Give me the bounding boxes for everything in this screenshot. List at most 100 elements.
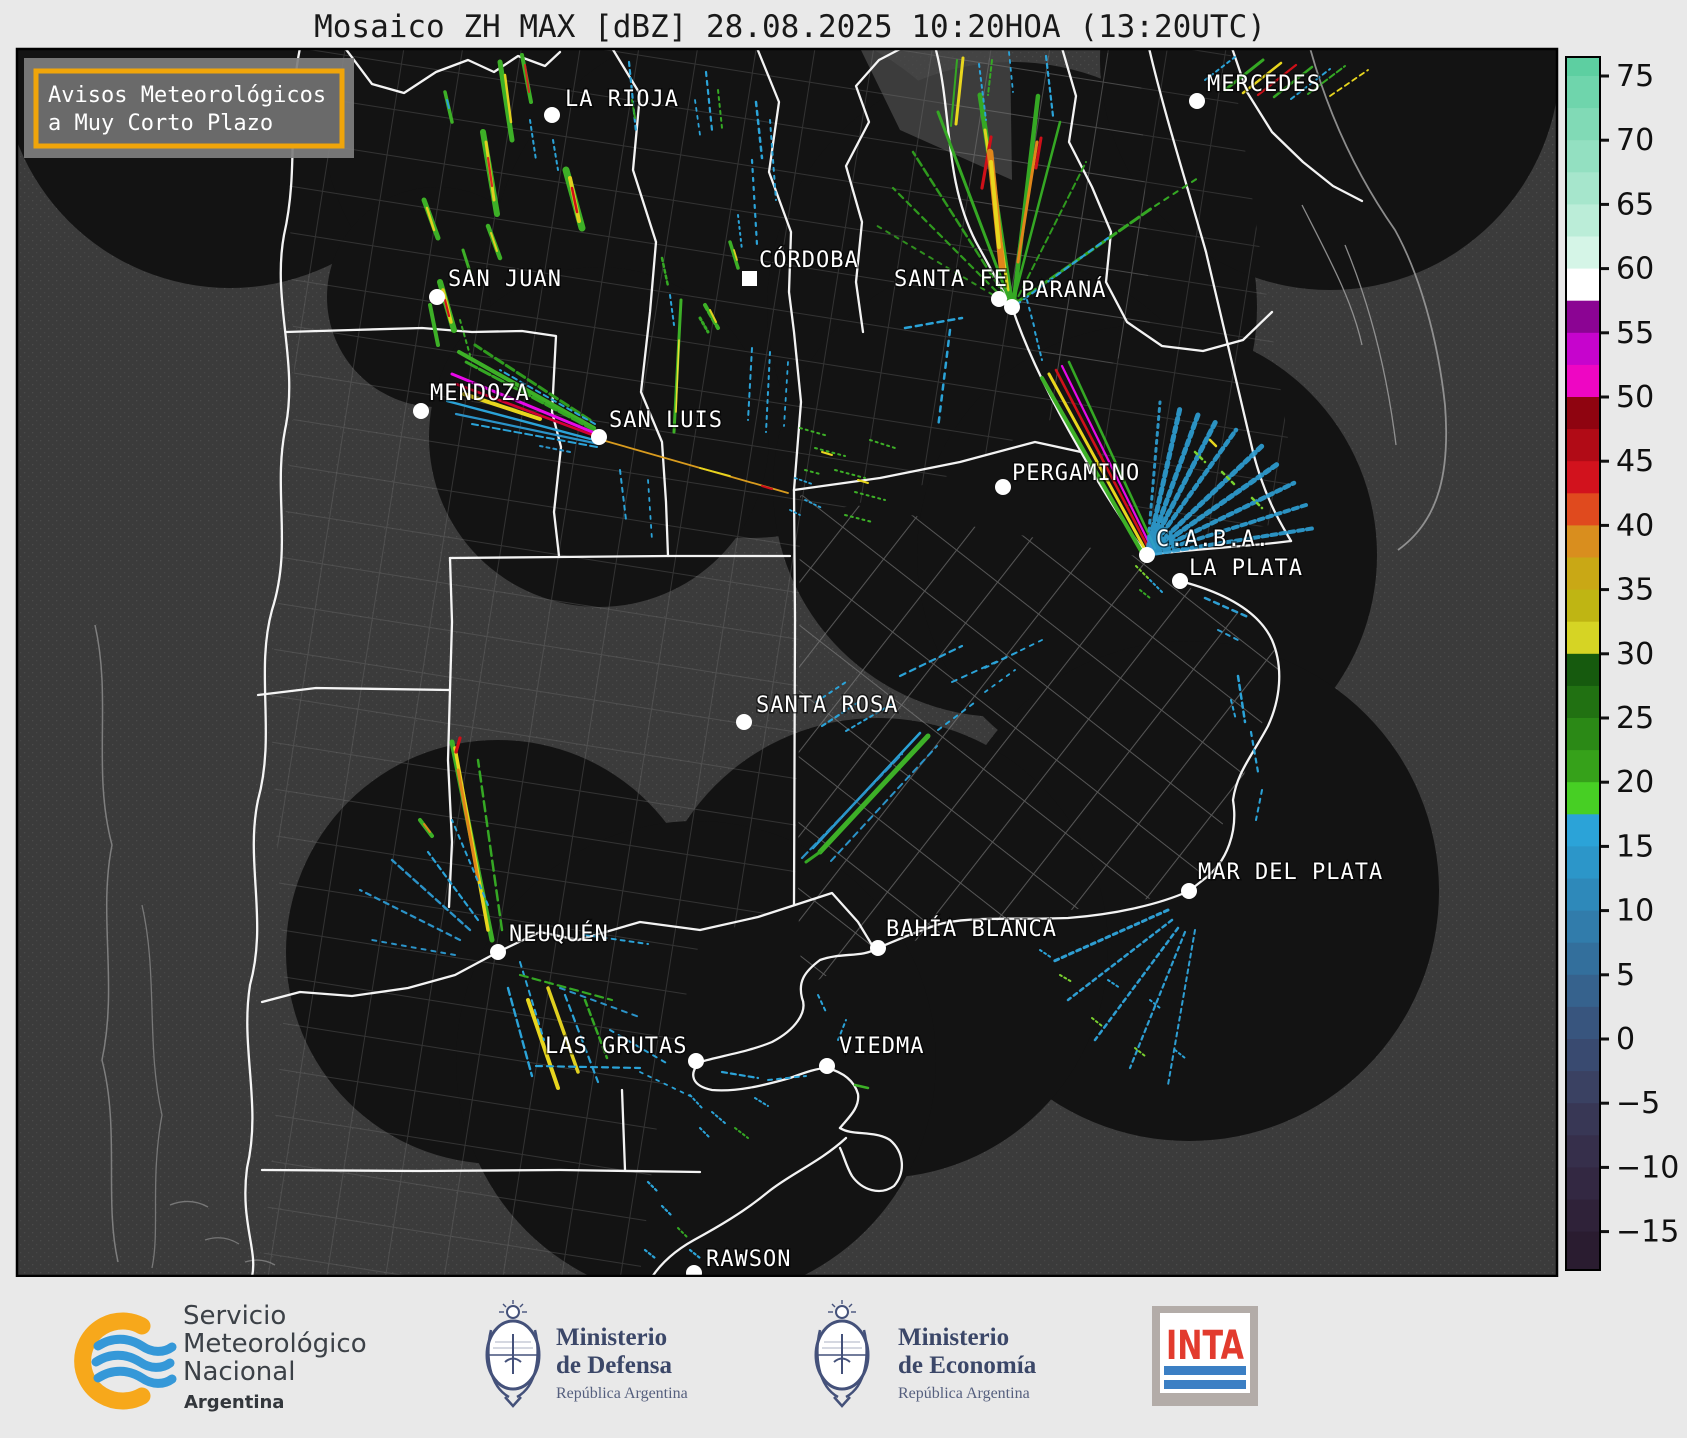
- city-label: CÓRDOBA: [759, 247, 859, 273]
- colorbar-segment: [1566, 365, 1600, 398]
- colorbar-segment: [1566, 1200, 1600, 1233]
- colorbar-segment: [1566, 333, 1600, 366]
- colorbar-tick-label: 40: [1616, 508, 1654, 543]
- colorbar-segment: [1566, 397, 1600, 430]
- colorbar-segment: [1566, 301, 1600, 334]
- page-title: Mosaico ZH MAX [dBZ] 28.08.2025 10:20HOA…: [314, 9, 1266, 45]
- colorbar-segment: [1566, 590, 1600, 623]
- inta-logo: INTA: [1152, 1306, 1258, 1406]
- colorbar-tick-label: 30: [1616, 637, 1654, 672]
- economia-subtitle: República Argentina: [898, 1385, 1030, 1402]
- city-label: MAR DEL PLATA: [1198, 860, 1383, 885]
- city-marker: [870, 940, 886, 956]
- colorbar-segment: [1566, 782, 1600, 815]
- city-label: MERCEDES: [1207, 72, 1321, 97]
- defensa-subtitle: República Argentina: [556, 1385, 688, 1402]
- colorbar-tick-label: 60: [1616, 252, 1654, 287]
- smn-text-4: Argentina: [184, 1392, 284, 1413]
- alert-box-line1: Avisos Meteorológicos: [48, 83, 326, 108]
- city-marker: [490, 944, 506, 960]
- colorbar-segment: [1566, 108, 1600, 141]
- colorbar-segment: [1566, 1071, 1600, 1104]
- colorbar-segment: [1566, 237, 1600, 270]
- colorbar-segment: [1566, 1103, 1600, 1136]
- defensa-text-2: de Defensa: [556, 1352, 672, 1379]
- colorbar-segment: [1566, 686, 1600, 719]
- colorbar-tick-label: 5: [1616, 958, 1635, 993]
- city-label: BAHÍA BLANCA: [886, 916, 1057, 942]
- colorbar-tick-label: 65: [1616, 187, 1654, 222]
- city-marker: [819, 1058, 835, 1074]
- smn-text-2: Meteorológico: [183, 1329, 367, 1359]
- city-marker: [688, 1053, 704, 1069]
- colorbar-tick-label: −5: [1616, 1086, 1660, 1121]
- city-label: LA PLATA: [1189, 556, 1303, 581]
- colorbar-tick-label: 25: [1616, 701, 1654, 736]
- city-marker: [1004, 299, 1020, 315]
- colorbar-tick-label: 50: [1616, 380, 1654, 415]
- colorbar-tick-label: 45: [1616, 444, 1654, 479]
- colorbar-tick-label: 20: [1616, 765, 1654, 800]
- colorbar-segment: [1566, 911, 1600, 944]
- city-label: MENDOZA: [430, 381, 530, 406]
- colorbar-segment: [1566, 814, 1600, 847]
- colorbar-tick-label: 35: [1616, 573, 1654, 608]
- city-label: SAN LUIS: [609, 408, 723, 433]
- inta-stripe-1: [1164, 1366, 1246, 1375]
- colorbar-segment: [1566, 1167, 1600, 1200]
- colorbar-tick-label: 55: [1616, 316, 1654, 351]
- colorbar-segment: [1566, 1039, 1600, 1072]
- city-label: SANTA ROSA: [756, 693, 898, 718]
- colorbar-segment: [1566, 879, 1600, 912]
- city-marker: [1172, 573, 1188, 589]
- colorbar-segment: [1566, 718, 1600, 751]
- colorbar-tick-label: 10: [1616, 894, 1654, 929]
- city-label: SANTA FE: [894, 267, 1008, 292]
- colorbar-segment: [1566, 558, 1600, 591]
- inta-stripe-2: [1164, 1380, 1246, 1389]
- colorbar-segment: [1566, 1135, 1600, 1168]
- colorbar-tick-label: −10: [1616, 1150, 1679, 1185]
- colorbar-tick-label: 15: [1616, 829, 1654, 864]
- colorbar-segment: [1566, 1232, 1600, 1271]
- city-label: C.A.B.A.: [1156, 527, 1270, 552]
- colorbar-segment: [1566, 57, 1600, 77]
- city-marker-square: [742, 271, 757, 286]
- city-marker: [544, 107, 560, 123]
- city-label: LA RIOJA: [565, 87, 679, 112]
- defensa-text-1: Ministerio: [556, 1324, 667, 1351]
- alert-box[interactable]: Avisos Meteorológicos a Muy Corto Plazo: [24, 58, 354, 158]
- colorbar-segment: [1566, 1007, 1600, 1040]
- colorbar-segment: [1566, 269, 1600, 302]
- city-marker: [1189, 93, 1205, 109]
- colorbar-tick-label: 0: [1616, 1022, 1635, 1057]
- colorbar-segment: [1566, 750, 1600, 783]
- smn-text-3: Nacional: [183, 1357, 295, 1387]
- city-marker: [995, 479, 1011, 495]
- colorbar-segment: [1566, 525, 1600, 558]
- city-label: NEUQUÉN: [509, 921, 609, 947]
- colorbar-segment: [1566, 943, 1600, 976]
- city-marker: [1139, 547, 1155, 563]
- city-marker: [429, 289, 445, 305]
- colorbar-segment: [1566, 172, 1600, 205]
- alert-box-line2: a Muy Corto Plazo: [48, 111, 273, 136]
- city-label: PARANÁ: [1021, 277, 1106, 303]
- colorbar-segment: [1566, 140, 1600, 173]
- economia-text-2: de Economía: [898, 1352, 1037, 1379]
- city-marker: [1181, 883, 1197, 899]
- economia-text-1: Ministerio: [898, 1324, 1009, 1351]
- city-marker: [591, 429, 607, 445]
- colorbar-segment: [1566, 429, 1600, 462]
- colorbar-segment: [1566, 493, 1600, 526]
- colorbar-segment: [1566, 622, 1600, 655]
- radar-map: LA RIOJA MERCEDES SAN JUAN CÓRDOBA SANTA…: [2, 0, 1560, 1301]
- colorbar-segment: [1566, 461, 1600, 494]
- colorbar-segment: [1566, 846, 1600, 879]
- smn-text-1: Servicio: [183, 1301, 286, 1331]
- city-label: VIEDMA: [839, 1034, 924, 1059]
- radar-mosaic-screen: Mosaico ZH MAX [dBZ] 28.08.2025 10:20HOA…: [0, 0, 1687, 1438]
- colorbar-segment: [1566, 76, 1600, 109]
- city-label: LAS GRUTAS: [545, 1034, 687, 1059]
- city-marker: [736, 714, 752, 730]
